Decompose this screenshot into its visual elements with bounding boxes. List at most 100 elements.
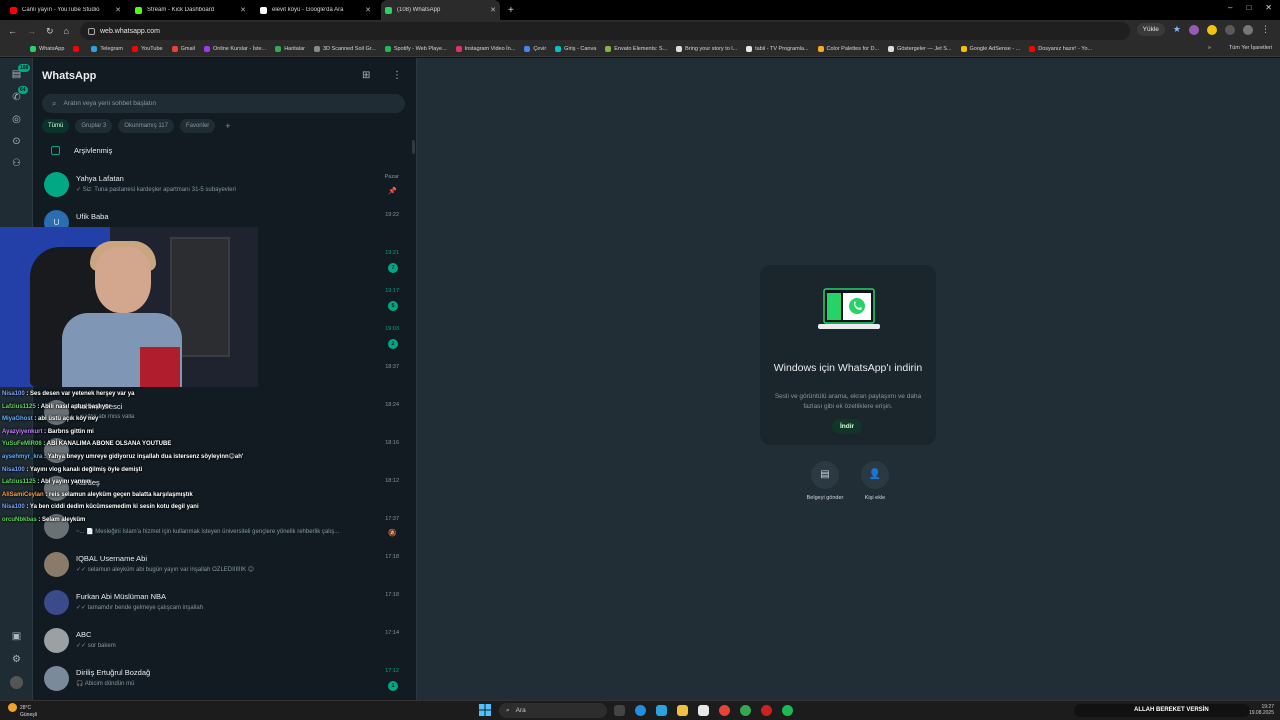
bookmark-item[interactable]: Çevir (524, 46, 546, 52)
chat-row[interactable]: Furkan Abi Müslüman NBA ✓✓ tamamdır bende… (33, 584, 411, 622)
filter-chip[interactable]: Gruplar 3 (75, 119, 113, 133)
bookmark-item[interactable]: Envato Elements: S... (605, 46, 667, 52)
home-icon[interactable]: ⌂ (64, 26, 69, 37)
store-icon[interactable] (698, 705, 709, 716)
weather-widget[interactable]: 28°C Güneşli (8, 703, 37, 719)
close-tab-icon[interactable]: ✕ (365, 6, 371, 14)
bookmark-item[interactable]: Bring your story to l... (676, 46, 737, 52)
bookmark-item[interactable]: Dosyanız hazır! - Yo... (1029, 46, 1092, 52)
bookmark-item[interactable]: Instagram Video İn... (455, 46, 515, 52)
profile-avatar[interactable] (10, 676, 23, 689)
close-tab-icon[interactable]: ✕ (240, 6, 246, 14)
chrome-icon[interactable] (719, 705, 730, 716)
profile-avatar[interactable] (1243, 24, 1253, 35)
bookmark-item[interactable]: Spotify - Web Playe... (384, 46, 447, 52)
chat-row[interactable]: IQBAL Username Abi ✓✓ selamun aleyküm abi… (33, 546, 411, 584)
bookmark-item[interactable]: Online Kurslar - İste... (204, 46, 266, 52)
spotify-icon[interactable] (782, 705, 793, 716)
system-clock[interactable]: 19:27 19.08.2025 (1249, 704, 1274, 716)
bookmark-item[interactable]: Google AdSense - ... (960, 46, 1020, 52)
bookmark-item[interactable]: Giriş - Canva (555, 46, 596, 52)
search-icon: ⌕ (52, 98, 57, 108)
send-document-action[interactable]: ▤ Belgeyi gönder (800, 461, 850, 501)
archived-row[interactable]: Arşivlenmiş (51, 146, 112, 155)
puzzle-icon[interactable] (1225, 24, 1235, 35)
filter-chip[interactable]: Okunmamış 117 (118, 119, 174, 133)
reload-icon[interactable]: ↻ (46, 26, 54, 37)
edge-icon[interactable] (635, 705, 646, 716)
filter-chip[interactable]: Tümü (42, 119, 70, 133)
copilot-icon[interactable] (656, 705, 667, 716)
bookmark-item[interactable]: Haritalar (275, 46, 305, 52)
chat-row[interactable]: ABC ✓✓ sor bakem 17:14 (33, 622, 411, 660)
add-filter-button[interactable]: + (225, 121, 230, 131)
minimize-icon[interactable]: – (1228, 3, 1232, 12)
chat-time: 18:24 (385, 402, 399, 408)
extension-icon[interactable] (1207, 24, 1217, 35)
maximize-icon[interactable]: □ (1246, 3, 1251, 12)
communities-icon[interactable]: ⚇ (10, 157, 23, 170)
extension-icon[interactable] (1189, 24, 1199, 35)
bookmark-favicon-icon (384, 46, 391, 52)
chat-username: Nisa100 (2, 466, 25, 473)
bookmark-item[interactable] (73, 46, 82, 52)
chat-row[interactable]: Diriliş Ertuğrul Bozdağ 🎧 Abicim döndün m… (33, 660, 411, 698)
close-tab-icon[interactable]: ✕ (115, 6, 121, 14)
windows-start-icon[interactable] (479, 704, 491, 716)
bookmark-item[interactable]: 3D Scanned Soil Gr... (313, 46, 376, 52)
bookmark-favicon-icon (275, 46, 282, 52)
new-chat-icon[interactable]: ⊞ (362, 70, 370, 81)
url-field[interactable]: web.whatsapp.com (80, 22, 1130, 40)
bookmark-item[interactable]: tabii - TV Programla... (746, 46, 809, 52)
browser-tab[interactable]: Canlı yayın - YouTube Studio ✕ (6, 0, 125, 20)
status-icon[interactable]: ◎ (10, 113, 23, 126)
menu-icon[interactable]: ⋮ (392, 70, 402, 81)
chat-username: Ayazyiyenkurt (2, 428, 43, 435)
media-icon[interactable]: ▣ (10, 630, 23, 643)
chat-preview: 🎧 Abicim döndün mü (76, 681, 135, 687)
bookmark-item[interactable]: Telegram (91, 46, 123, 52)
chat-message: Nisa100 : Yayını vlog kanalı değilmiş öy… (2, 466, 143, 473)
search-icon: ⌕ (506, 706, 510, 714)
bookmark-favicon-icon (30, 46, 36, 52)
taskbar-search[interactable]: ⌕ Ara (499, 703, 607, 718)
new-tab-button[interactable]: + (508, 5, 514, 16)
all-bookmarks-button[interactable]: Tüm Yer İşaretleri (1229, 45, 1272, 51)
download-button[interactable]: İndir (832, 419, 862, 434)
bookmark-item[interactable]: WhatsApp (30, 46, 64, 52)
bookmark-item[interactable]: Göstergeler — Jet S... (888, 46, 952, 52)
chats-unread-badge: 108 (18, 64, 31, 72)
search-input[interactable]: ⌕ Aratın veya yeni sohbet başlatın (42, 94, 405, 113)
browser-tab[interactable]: (108) WhatsApp ✕ (381, 0, 500, 20)
obs-icon[interactable] (761, 705, 772, 716)
channels-icon[interactable]: ⊙ (10, 135, 23, 148)
close-tab-icon[interactable]: ✕ (490, 6, 496, 14)
install-app-button[interactable]: Yükle (1136, 23, 1165, 36)
task-view-icon[interactable] (614, 705, 625, 716)
filter-chip[interactable]: Favoriler (179, 119, 216, 133)
menu-icon[interactable]: ⋮ (1261, 24, 1270, 35)
browser-tab[interactable]: elevit köyü - Google'da Ara ✕ (256, 0, 375, 20)
bookmark-item[interactable]: YouTube (132, 46, 163, 52)
chat-username: Lafzius1125 (2, 479, 36, 486)
close-window-icon[interactable]: ✕ (1265, 3, 1272, 12)
forward-icon[interactable]: → (27, 26, 36, 37)
star-icon[interactable]: ★ (1173, 24, 1181, 35)
site-info-icon[interactable] (88, 27, 95, 35)
window-controls: – □ ✕ (1228, 3, 1272, 12)
browser-tab[interactable]: Stream - Kick Dashboard ✕ (131, 0, 250, 20)
bookmark-item[interactable]: Color Palettes for D... (817, 46, 879, 52)
chat-username: orcuNbkbas (2, 516, 37, 523)
bookmarks-overflow-button[interactable]: » (1208, 45, 1211, 51)
chat-time: Pazar (384, 174, 399, 180)
add-contact-action[interactable]: 👤 Kişi ekle (850, 461, 900, 501)
bookmark-item[interactable]: Gmail (171, 46, 195, 52)
chat-list-scrollbar[interactable] (412, 140, 415, 154)
chrome-icon[interactable] (740, 705, 751, 716)
chat-row[interactable]: Yahya Lafatan ✓ Siz: Tuna pastanesi karde… (33, 166, 411, 204)
bookmark-label: Spotify - Web Playe... (393, 46, 447, 52)
settings-icon[interactable]: ⚙ (10, 653, 23, 666)
chat-preview: ✓✓ sor bakem (76, 643, 116, 649)
file-explorer-icon[interactable] (677, 705, 688, 716)
back-icon[interactable]: ← (8, 26, 17, 37)
